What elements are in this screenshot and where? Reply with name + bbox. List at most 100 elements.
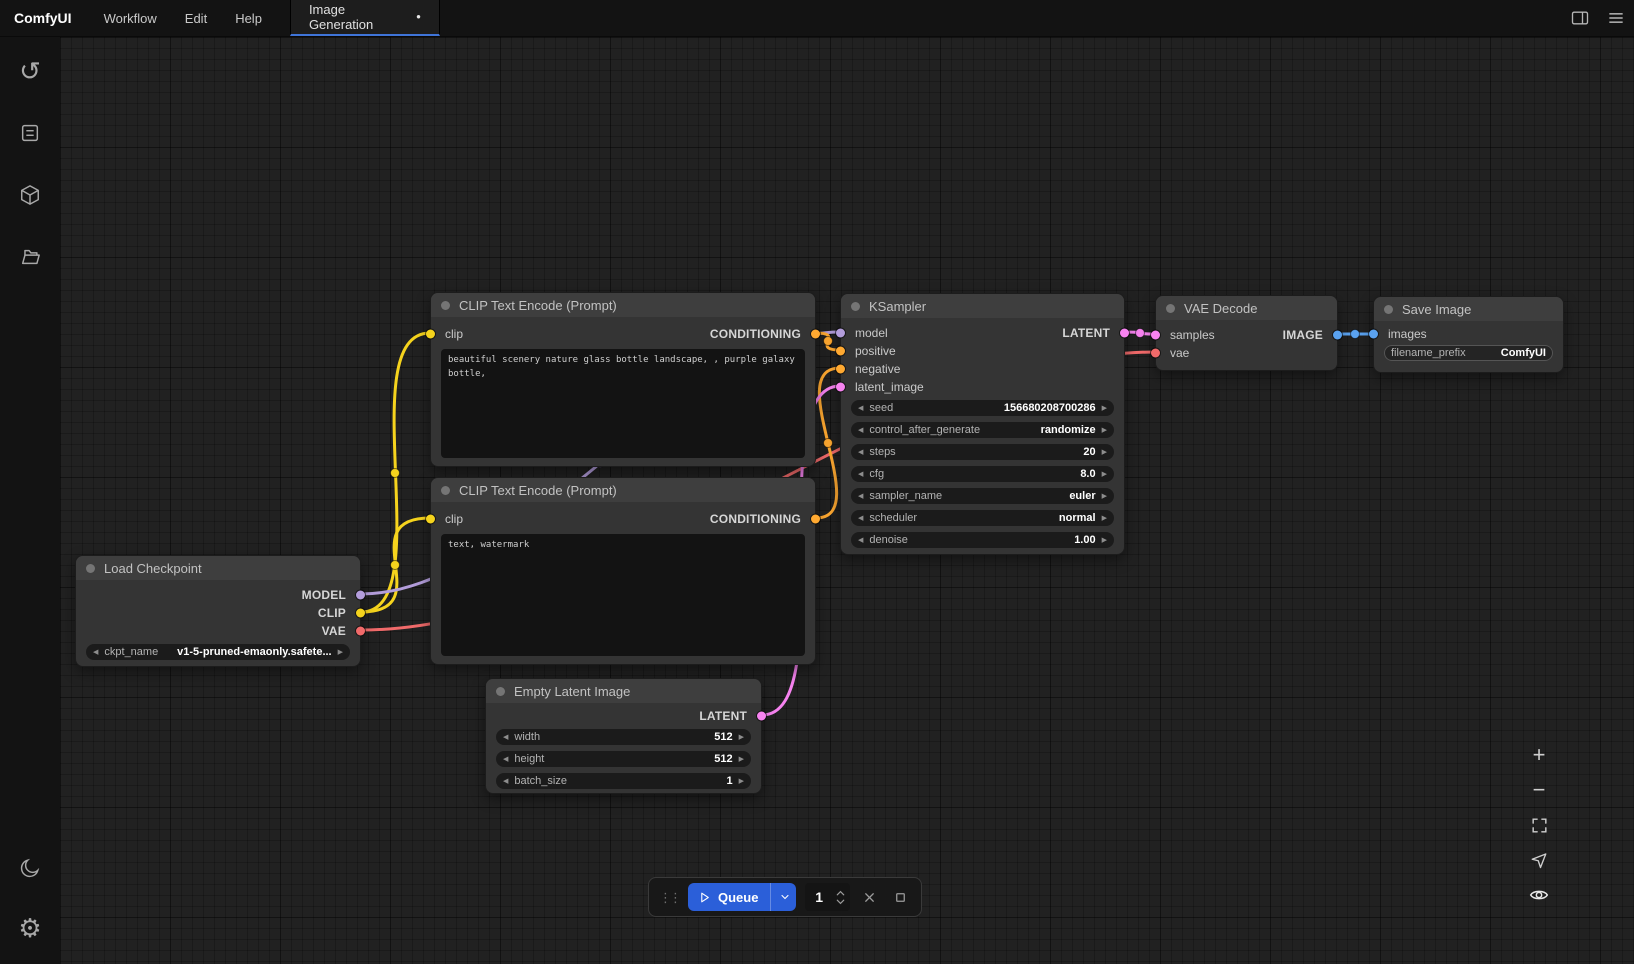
node-clip-text-encode-positive[interactable]: CLIP Text Encode (Prompt) clip CONDITION… (430, 292, 816, 467)
widget-scheduler[interactable]: ◀ scheduler normal ▶ (851, 510, 1114, 526)
output-slot-latent[interactable] (1120, 329, 1129, 338)
input-slot-vae[interactable] (1151, 349, 1160, 358)
widget-cfg[interactable]: ◀ cfg 8.0 ▶ (851, 466, 1114, 482)
decrement-icon[interactable]: ◀ (503, 756, 508, 763)
widget-height[interactable]: ◀ height 512 ▶ (496, 751, 751, 767)
decrement-icon[interactable]: ◀ (858, 427, 863, 434)
sidebar-workflows-button[interactable] (10, 237, 50, 277)
increment-icon[interactable]: ▶ (1102, 427, 1107, 434)
input-slot-negative[interactable] (836, 365, 845, 374)
decrement-icon[interactable]: ◀ (858, 405, 863, 412)
increment-icon[interactable]: ▶ (739, 756, 744, 763)
node-header[interactable]: Save Image (1374, 297, 1563, 321)
decrement-icon[interactable]: ◀ (503, 734, 508, 741)
input-slot-model[interactable] (836, 329, 845, 338)
increment-icon[interactable]: ▶ (1102, 471, 1107, 478)
prompt-textarea[interactable]: text, watermark (441, 534, 805, 656)
node-header[interactable]: KSampler (841, 294, 1124, 318)
collapse-dot[interactable] (1384, 305, 1393, 314)
input-slot-clip[interactable] (426, 330, 435, 339)
increment-icon[interactable]: ▶ (1102, 405, 1107, 412)
queue-options-button[interactable] (770, 883, 796, 911)
node-ksampler[interactable]: KSampler model LATENT positive negative … (840, 293, 1125, 555)
collapse-dot[interactable] (496, 687, 505, 696)
workflow-tab[interactable]: Image Generation ● (290, 0, 440, 36)
sidebar-model-library-button[interactable] (10, 175, 50, 215)
widget-denoise[interactable]: ◀ denoise 1.00 ▶ (851, 532, 1114, 548)
node-header[interactable]: CLIP Text Encode (Prompt) (431, 293, 815, 317)
input-slot-samples[interactable] (1151, 331, 1160, 340)
increment-icon[interactable]: ▶ (1102, 493, 1107, 500)
node-save-image[interactable]: Save Image images filename_prefix ComfyU… (1373, 296, 1564, 373)
node-vae-decode[interactable]: VAE Decode samples IMAGE vae (1155, 295, 1338, 371)
widget-ckpt-name[interactable]: ◀ ckpt_name v1-5-pruned-emaonly.safete..… (86, 644, 350, 660)
plus-icon: + (1533, 744, 1546, 766)
increment-icon[interactable]: ▶ (739, 778, 744, 785)
decrement-icon[interactable]: ◀ (858, 493, 863, 500)
collapse-dot[interactable] (851, 302, 860, 311)
menu-help[interactable]: Help (221, 0, 276, 36)
increment-icon[interactable]: ▶ (739, 734, 744, 741)
queue-button[interactable]: Queue (688, 883, 796, 911)
collapse-dot[interactable] (1166, 304, 1175, 313)
select-mode-button[interactable] (1527, 849, 1551, 871)
widget-batch-size[interactable]: ◀ batch_size 1 ▶ (496, 773, 751, 789)
input-slot-images[interactable] (1369, 330, 1378, 339)
input-slot-clip[interactable] (426, 515, 435, 524)
collapse-dot[interactable] (86, 564, 95, 573)
collapse-dot[interactable] (441, 301, 450, 310)
input-slot-positive[interactable] (836, 347, 845, 356)
widget-steps[interactable]: ◀ steps 20 ▶ (851, 444, 1114, 460)
output-slot-conditioning[interactable] (811, 330, 820, 339)
zoom-in-button[interactable]: + (1527, 744, 1551, 766)
output-slot-clip[interactable] (356, 609, 365, 618)
sidebar-queue-history-button[interactable]: ↺ (10, 51, 50, 91)
decrement-icon[interactable]: ◀ (858, 537, 863, 544)
increment-icon[interactable]: ▶ (1102, 537, 1107, 544)
node-header[interactable]: Empty Latent Image (486, 679, 761, 703)
widget-control-after-generate[interactable]: ◀ control_after_generate randomize ▶ (851, 422, 1114, 438)
widget-width[interactable]: ◀ width 512 ▶ (496, 729, 751, 745)
zoom-out-button[interactable]: − (1527, 779, 1551, 801)
output-slot-conditioning[interactable] (811, 515, 820, 524)
toggle-panel-button[interactable] (1562, 0, 1598, 36)
decrement-icon[interactable]: ◀ (503, 778, 508, 785)
decrement-icon[interactable]: ◀ (858, 449, 863, 456)
sidebar-theme-toggle-button[interactable] (10, 848, 50, 888)
node-header[interactable]: Load Checkpoint (76, 556, 360, 580)
node-header[interactable]: CLIP Text Encode (Prompt) (431, 478, 815, 502)
increment-icon[interactable]: ▶ (1102, 515, 1107, 522)
node-header[interactable]: VAE Decode (1156, 296, 1337, 320)
output-slot-image[interactable] (1333, 331, 1342, 340)
menu-edit[interactable]: Edit (171, 0, 221, 36)
main-menu-button[interactable] (1598, 0, 1634, 36)
increment-icon[interactable]: ▶ (338, 649, 343, 656)
interrupt-button[interactable] (890, 886, 911, 908)
node-load-checkpoint[interactable]: Load Checkpoint MODEL CLIP VAE ◀ ckpt_na… (75, 555, 361, 667)
node-clip-text-encode-negative[interactable]: CLIP Text Encode (Prompt) clip CONDITION… (430, 477, 816, 665)
widget-seed[interactable]: ◀ seed 156680208700286 ▶ (851, 400, 1114, 416)
increment-icon[interactable]: ▶ (1102, 449, 1107, 456)
decrement-icon[interactable]: ◀ (858, 471, 863, 478)
batch-count-input[interactable]: 1 (805, 883, 850, 911)
decrement-icon[interactable]: ◀ (93, 649, 98, 656)
drag-handle-icon[interactable]: ⋮⋮ (659, 891, 679, 904)
fit-view-button[interactable] (1527, 814, 1551, 836)
prompt-textarea[interactable]: beautiful scenery nature glass bottle la… (441, 349, 805, 458)
widget-filename-prefix[interactable]: filename_prefix ComfyUI (1384, 345, 1553, 361)
stepper-up-icon[interactable] (835, 889, 846, 897)
stepper-down-icon[interactable] (835, 898, 846, 906)
node-empty-latent-image[interactable]: Empty Latent Image LATENT ◀ width 512 ▶ … (485, 678, 762, 794)
toggle-link-visibility-button[interactable] (1527, 884, 1551, 906)
decrement-icon[interactable]: ◀ (858, 515, 863, 522)
collapse-dot[interactable] (441, 486, 450, 495)
widget-sampler-name[interactable]: ◀ sampler_name euler ▶ (851, 488, 1114, 504)
output-slot-model[interactable] (356, 591, 365, 600)
input-slot-latent-image[interactable] (836, 383, 845, 392)
menu-workflow[interactable]: Workflow (90, 0, 171, 36)
output-slot-vae[interactable] (356, 627, 365, 636)
output-slot-latent[interactable] (757, 712, 766, 721)
sidebar-node-library-button[interactable] (10, 113, 50, 153)
clear-queue-button[interactable] (859, 886, 880, 908)
sidebar-settings-button[interactable]: ⚙ (10, 908, 50, 948)
